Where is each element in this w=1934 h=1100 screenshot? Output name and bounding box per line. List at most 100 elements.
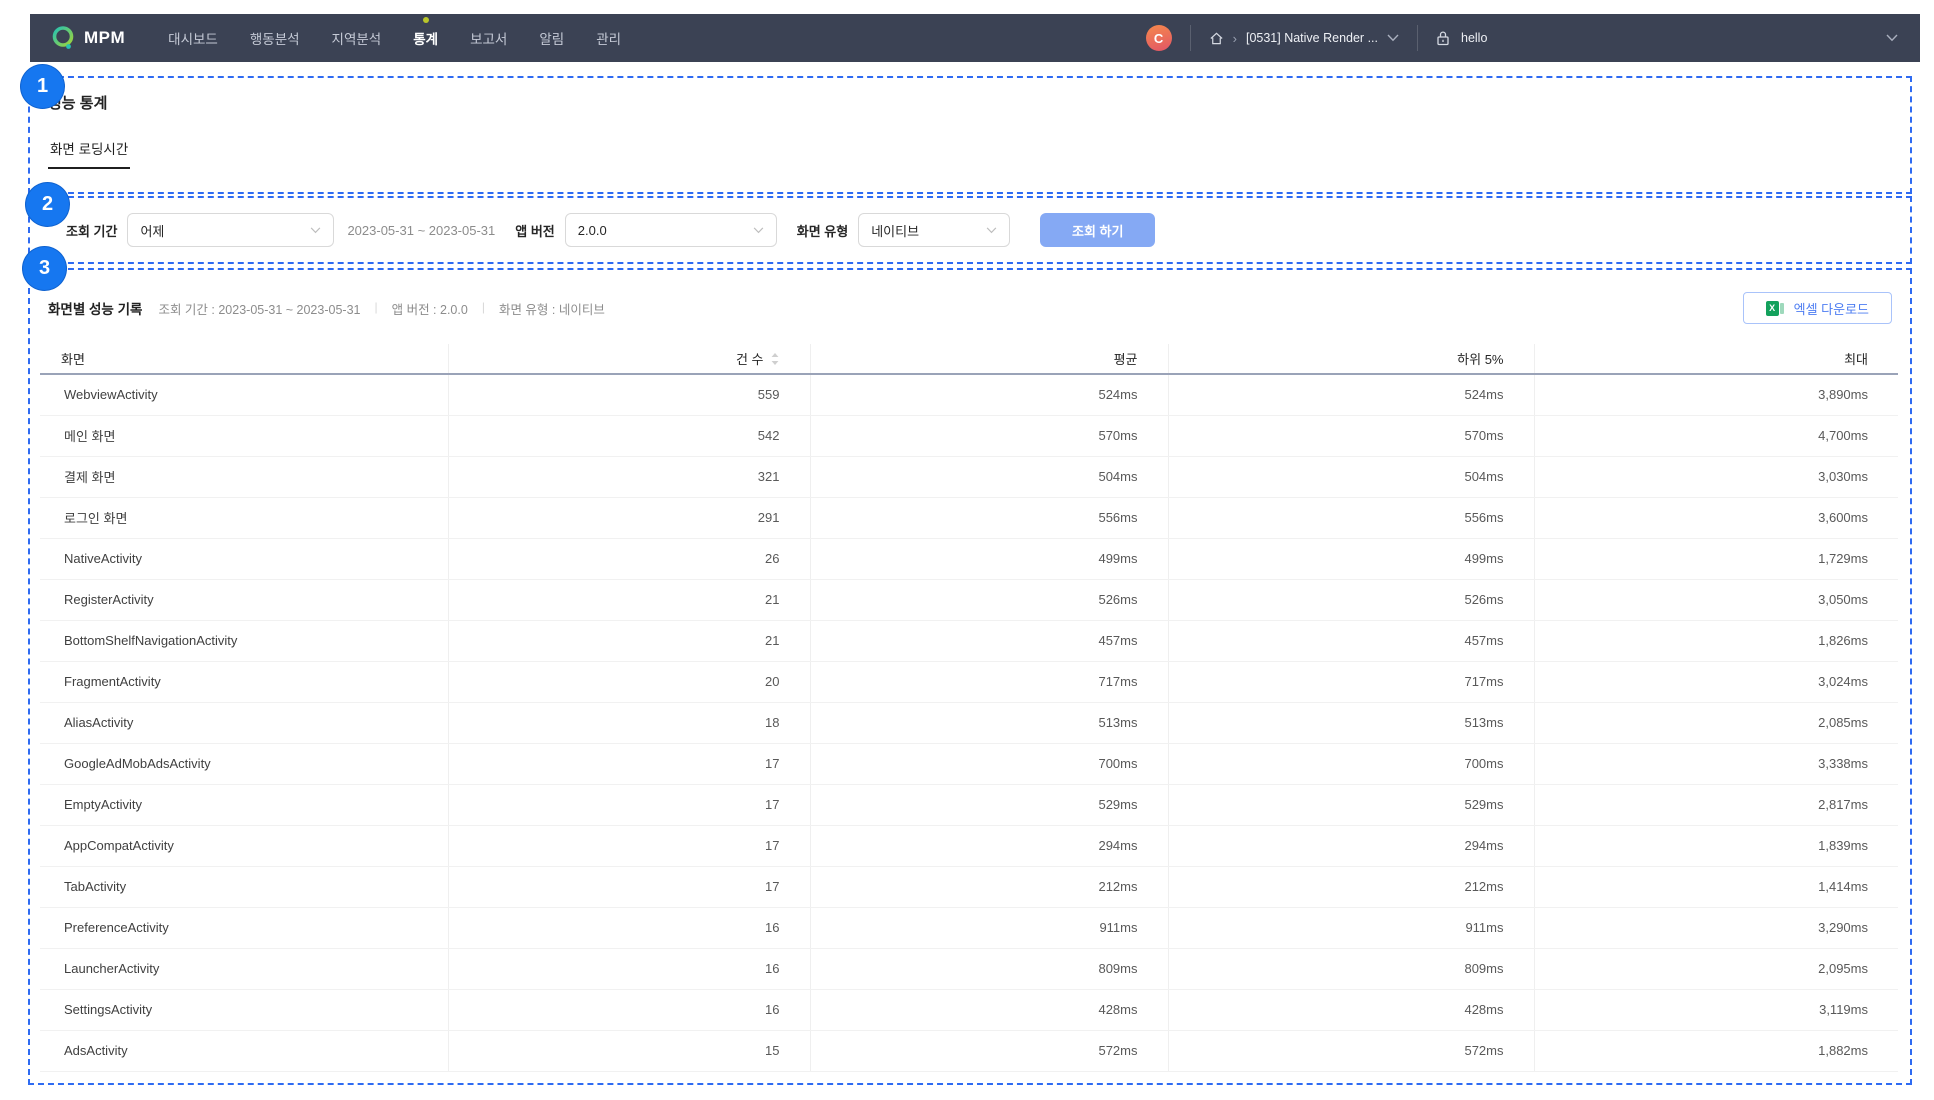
cell-screen: 결제 화면 <box>40 456 448 497</box>
performance-stats-panel: 성능 통계 화면 로딩시간 <box>28 76 1912 194</box>
cell-count: 17 <box>448 743 810 784</box>
app-version-select[interactable]: 2.0.0 <box>565 213 777 247</box>
cell-count: 16 <box>448 907 810 948</box>
table-title: 화면별 성능 기록 <box>48 298 142 318</box>
period-value: 어제 <box>140 221 164 240</box>
cell-count: 26 <box>448 538 810 579</box>
col-header-label: 화면 <box>61 352 85 367</box>
navbar-divider <box>1417 25 1418 51</box>
cell-avg: 911ms <box>810 907 1168 948</box>
cell-screen: BottomShelfNavigationActivity <box>40 620 448 661</box>
cell-avg: 526ms <box>810 579 1168 620</box>
nav-item-alert[interactable]: 알림 <box>526 22 577 54</box>
annotation-badge-1: 1 <box>20 64 65 109</box>
search-button[interactable]: 조회 하기 <box>1040 213 1155 247</box>
cell-bottom5: 572ms <box>1168 1030 1534 1071</box>
cell-count: 17 <box>448 825 810 866</box>
nav-item-behavior-analysis[interactable]: 행동분석 <box>237 22 313 54</box>
nav-item-dashboard[interactable]: 대시보드 <box>155 22 231 54</box>
cell-avg: 556ms <box>810 497 1168 538</box>
cell-max: 1,839ms <box>1534 825 1898 866</box>
nav-item-label: 통계 <box>413 32 438 47</box>
table-row: AliasActivity18513ms513ms2,085ms <box>40 702 1898 743</box>
cell-max: 3,290ms <box>1534 907 1898 948</box>
project-selector[interactable]: › [0531] Native Render ... <box>1209 31 1399 46</box>
nav-item-report[interactable]: 보고서 <box>457 22 520 54</box>
excel-download-button[interactable]: X 엑셀 다운로드 <box>1743 292 1892 324</box>
col-header-screen: 화면 <box>40 344 448 374</box>
app-version-value: 2.0.0 <box>578 223 607 238</box>
cell-avg: 809ms <box>810 948 1168 989</box>
cell-bottom5: 457ms <box>1168 620 1534 661</box>
cell-count: 21 <box>448 620 810 661</box>
cell-max: 2,085ms <box>1534 702 1898 743</box>
cell-avg: 524ms <box>810 374 1168 415</box>
mpm-logo[interactable]: MPM <box>50 25 125 51</box>
nav-item-label: 알림 <box>539 32 564 47</box>
annotation-badge-3: 3 <box>22 246 67 291</box>
chevron-down-icon <box>753 227 764 234</box>
nav-item-admin[interactable]: 관리 <box>583 22 634 54</box>
navbar-right: C › [0531] Native Render ... hel <box>1146 25 1898 51</box>
cell-bottom5: 428ms <box>1168 989 1534 1030</box>
cell-bottom5: 524ms <box>1168 374 1534 415</box>
cell-count: 321 <box>448 456 810 497</box>
filter-panel: 조회 기간 어제 2023-05-31 ~ 2023-05-31 앱 버전 2.… <box>28 196 1912 264</box>
cell-count: 18 <box>448 702 810 743</box>
cell-max: 2,817ms <box>1534 784 1898 825</box>
nav-item-label: 대시보드 <box>168 32 218 47</box>
navbar-divider <box>1190 25 1191 51</box>
cell-bottom5: 513ms <box>1168 702 1534 743</box>
nav-item-region-analysis[interactable]: 지역분석 <box>319 22 395 54</box>
cell-screen: AppCompatActivity <box>40 825 448 866</box>
cell-screen: 메인 화면 <box>40 415 448 456</box>
cell-bottom5: 526ms <box>1168 579 1534 620</box>
sort-icon[interactable] <box>770 352 780 369</box>
username: hello <box>1461 31 1487 45</box>
screen-type-select[interactable]: 네이티브 <box>858 213 1010 247</box>
cell-count: 21 <box>448 579 810 620</box>
col-header-bottom5: 하위 5% <box>1168 344 1534 374</box>
tab-screen-loading-time[interactable]: 화면 로딩시간 <box>48 138 130 169</box>
cell-count: 16 <box>448 989 810 1030</box>
table-panel: 화면별 성능 기록 조회 기간 : 2023-05-31 ~ 2023-05-3… <box>28 268 1912 1085</box>
cell-max: 4,700ms <box>1534 415 1898 456</box>
col-header-avg: 평균 <box>810 344 1168 374</box>
cell-bottom5: 570ms <box>1168 415 1534 456</box>
cell-screen: WebviewActivity <box>40 374 448 415</box>
cell-avg: 457ms <box>810 620 1168 661</box>
cell-screen: TabActivity <box>40 866 448 907</box>
meta-item: 조회 기간 : 2023-05-31 ~ 2023-05-31 <box>158 299 360 318</box>
period-select[interactable]: 어제 <box>127 213 334 247</box>
table-head: 화면 건 수평균하위 5%최대 <box>40 344 1898 374</box>
app-version-label: 앱 버전 <box>515 221 555 240</box>
chevron-down-icon <box>1387 34 1399 42</box>
avatar[interactable]: C <box>1146 25 1172 51</box>
table-row: NativeActivity26499ms499ms1,729ms <box>40 538 1898 579</box>
screen-type-value: 네이티브 <box>871 221 919 240</box>
cell-max: 3,024ms <box>1534 661 1898 702</box>
cell-bottom5: 911ms <box>1168 907 1534 948</box>
user-menu[interactable]: hello <box>1436 30 1898 47</box>
cell-screen: NativeActivity <box>40 538 448 579</box>
table-row: WebviewActivity559524ms524ms3,890ms <box>40 374 1898 415</box>
nav-item-statistics[interactable]: 통계 <box>400 22 451 54</box>
active-menu-dot <box>423 17 429 23</box>
cell-count: 559 <box>448 374 810 415</box>
col-header-max: 최대 <box>1534 344 1898 374</box>
date-range-text: 2023-05-31 ~ 2023-05-31 <box>347 223 495 238</box>
table-row: 로그인 화면291556ms556ms3,600ms <box>40 497 1898 538</box>
col-header-count[interactable]: 건 수 <box>448 344 810 374</box>
cell-screen: 로그인 화면 <box>40 497 448 538</box>
breadcrumb-separator: › <box>1233 31 1237 46</box>
cell-max: 3,600ms <box>1534 497 1898 538</box>
table-row: FragmentActivity20717ms717ms3,024ms <box>40 661 1898 702</box>
cell-avg: 499ms <box>810 538 1168 579</box>
screenshot-root: MPM 대시보드 행동분석지역분석 통계 보고서 알림 관리 C › [0531] Nat… <box>0 0 1934 1100</box>
top-navbar: MPM 대시보드 행동분석지역분석 통계 보고서 알림 관리 C › [0531] Nat… <box>30 14 1920 62</box>
cell-screen: FragmentActivity <box>40 661 448 702</box>
cell-screen: AliasActivity <box>40 702 448 743</box>
cell-screen: GoogleAdMobAdsActivity <box>40 743 448 784</box>
cell-avg: 717ms <box>810 661 1168 702</box>
table-row: AdsActivity15572ms572ms1,882ms <box>40 1030 1898 1071</box>
